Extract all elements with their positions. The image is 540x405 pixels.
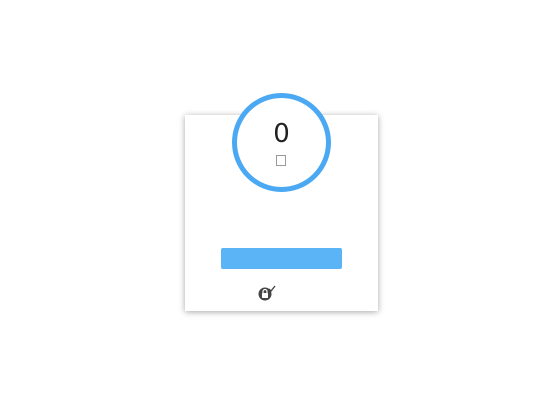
countdown-unit xyxy=(276,155,286,166)
countdown-ring: 0 xyxy=(232,93,331,192)
countdown-number: 0 xyxy=(273,119,290,149)
continue-button[interactable] xyxy=(221,248,342,269)
page: 0 xyxy=(0,0,540,405)
security-badge xyxy=(257,284,297,302)
